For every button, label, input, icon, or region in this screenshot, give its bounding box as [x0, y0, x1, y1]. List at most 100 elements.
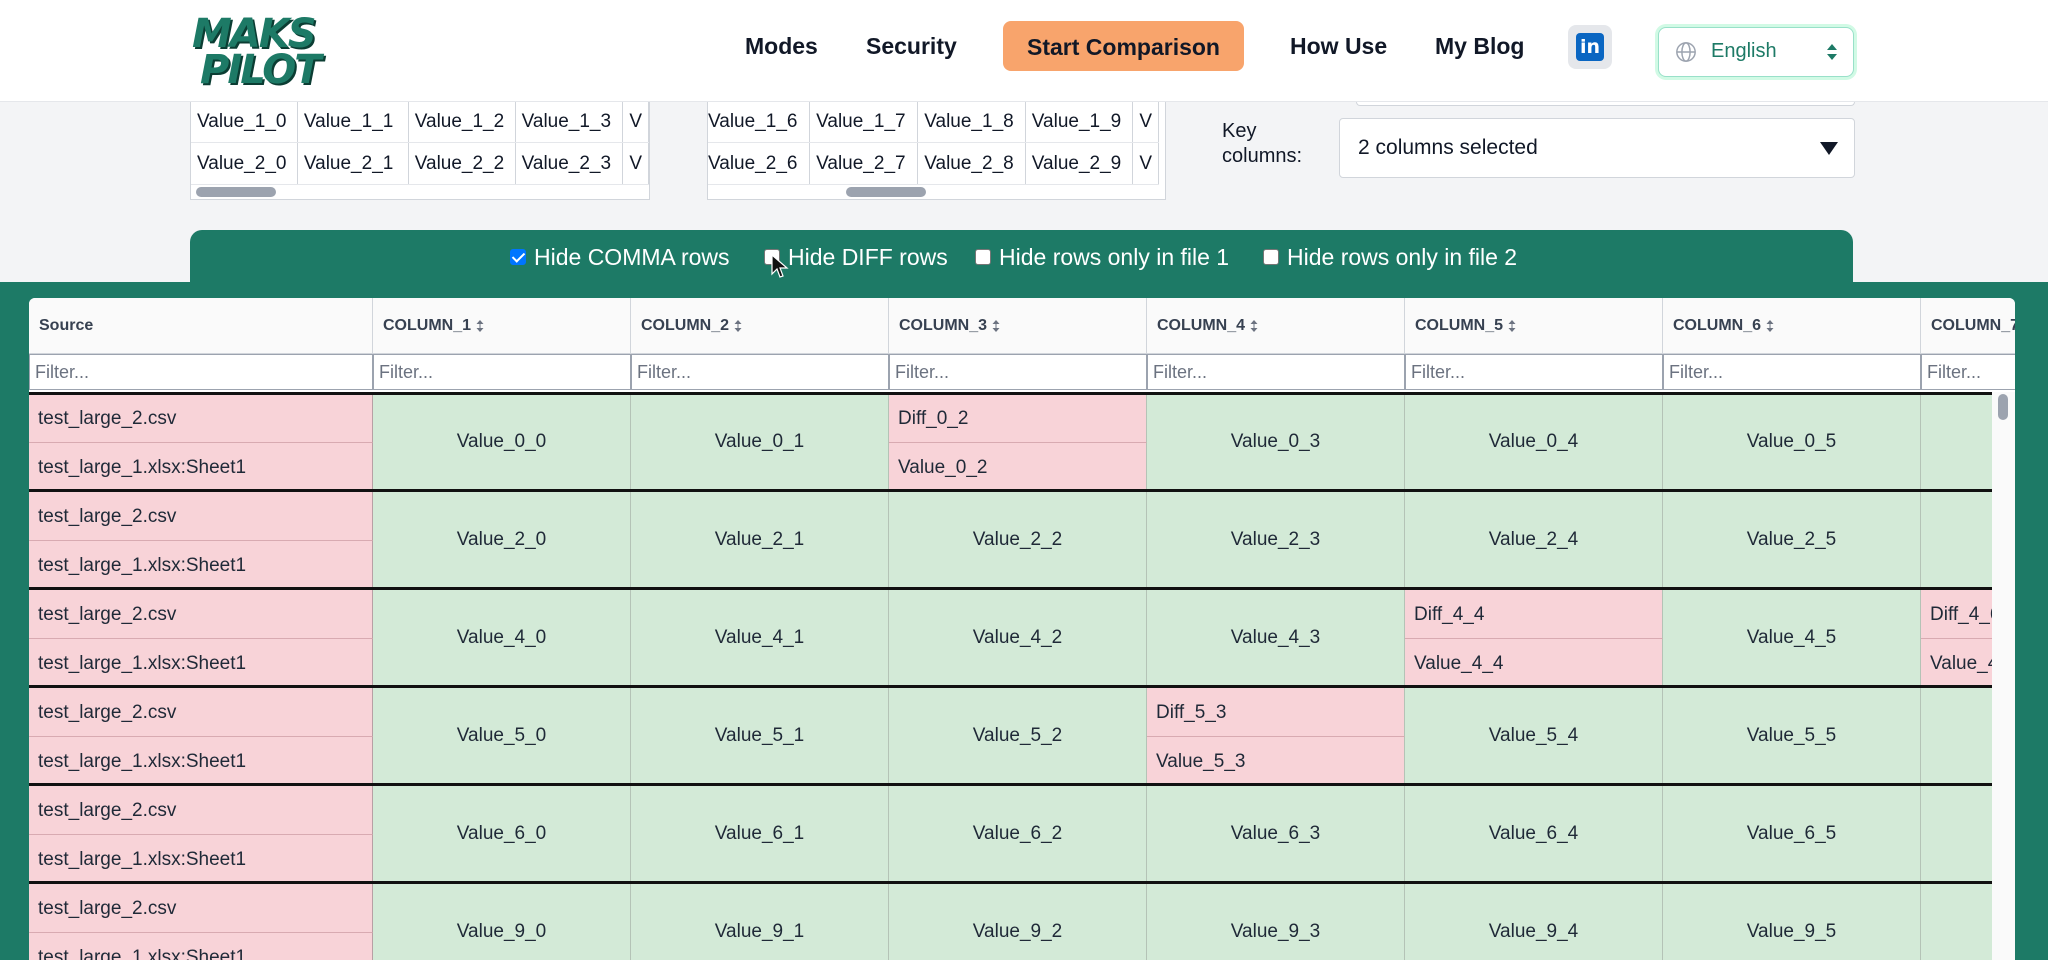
source-cell[interactable]: test_large_2.csv	[29, 492, 373, 541]
source-cell[interactable]: test_large_2.csv	[29, 688, 373, 737]
horizontal-scrollbar[interactable]	[846, 187, 926, 197]
source-cell[interactable]: test_large_1.xlsx:Sheet1	[29, 737, 373, 786]
horizontal-scrollbar[interactable]	[196, 187, 276, 197]
match-cell[interactable]: Value_9_2	[889, 884, 1147, 960]
column-filter-column_3[interactable]	[889, 354, 1147, 390]
match-cell[interactable]: Value_5_1	[631, 688, 889, 783]
vertical-scrollbar[interactable]	[1992, 392, 2015, 960]
sort-icon[interactable]	[1507, 319, 1517, 333]
sort-icon[interactable]	[1249, 319, 1259, 333]
match-cell[interactable]: Value_5_5	[1663, 688, 1921, 783]
key-columns-select[interactable]: 2 columns selected	[1339, 118, 1855, 178]
sort-icon[interactable]	[1765, 319, 1775, 333]
file1-preview[interactable]: Value_1_0 Value_1_1 Value_1_2 Value_1_3 …	[190, 101, 650, 200]
filter-input[interactable]	[1664, 355, 1920, 389]
hide-only-file1-toggle[interactable]: Hide rows only in file 1	[975, 244, 1229, 270]
diff-cell[interactable]: Diff_4_4	[1405, 590, 1663, 639]
diff-cell[interactable]: Value_0_2	[889, 443, 1147, 492]
match-cell[interactable]: Value_9_5	[1663, 884, 1921, 960]
file2-preview[interactable]: Value_1_6 Value_1_7 Value_1_8 Value_1_9 …	[707, 101, 1166, 200]
column-filter-column_4[interactable]	[1147, 354, 1405, 390]
source-cell[interactable]: test_large_1.xlsx:Sheet1	[29, 443, 373, 492]
match-cell[interactable]: Value_2_1	[631, 492, 889, 587]
match-cell[interactable]: Value_4_1	[631, 590, 889, 685]
source-cell[interactable]: test_large_1.xlsx:Sheet1	[29, 933, 373, 960]
checkbox[interactable]	[975, 249, 991, 265]
diff-cell[interactable]: Value_5_3	[1147, 737, 1405, 786]
checkbox[interactable]	[1263, 249, 1279, 265]
nav-my-blog[interactable]: My Blog	[1435, 24, 1524, 68]
scrollbar-thumb[interactable]	[1998, 394, 2008, 420]
sort-icon[interactable]	[991, 319, 1001, 333]
source-cell[interactable]: test_large_2.csv	[29, 786, 373, 835]
match-cell[interactable]: Value_6_5	[1663, 786, 1921, 881]
column-filter-column_1[interactable]	[373, 354, 631, 390]
column-header-column_2[interactable]: COLUMN_2	[631, 298, 889, 354]
match-cell[interactable]	[1921, 884, 1992, 960]
diff-cell[interactable]: Diff_5_3	[1147, 688, 1405, 737]
match-cell[interactable]: Value_0_0	[373, 394, 631, 489]
match-cell[interactable]: Value_6_4	[1405, 786, 1663, 881]
diff-cell[interactable]: Diff_4_6	[1921, 590, 1992, 639]
match-cell[interactable]: Value_6_0	[373, 786, 631, 881]
hide-diff-rows-toggle[interactable]: Hide DIFF rows	[764, 244, 948, 270]
match-cell[interactable]: Value_2_5	[1663, 492, 1921, 587]
makspilot-logo[interactable]: MAKS PILOT	[190, 14, 350, 90]
column-filter-column_6[interactable]	[1663, 354, 1921, 390]
source-cell[interactable]: test_large_1.xlsx:Sheet1	[29, 639, 373, 688]
match-cell[interactable]: Value_9_3	[1147, 884, 1405, 960]
nav-security[interactable]: Security	[866, 24, 957, 68]
checkbox-checked[interactable]	[510, 249, 526, 265]
match-cell[interactable]: Value_0_3	[1147, 394, 1405, 489]
nav-modes[interactable]: Modes	[745, 24, 818, 68]
column-header-column_4[interactable]: COLUMN_4	[1147, 298, 1405, 354]
match-cell[interactable]: Value_4_5	[1663, 590, 1921, 685]
match-cell[interactable]: Value_5_2	[889, 688, 1147, 783]
sort-icon[interactable]	[733, 319, 743, 333]
column-header-column_3[interactable]: COLUMN_3	[889, 298, 1147, 354]
source-cell[interactable]: test_large_2.csv	[29, 884, 373, 933]
filter-input[interactable]	[30, 355, 372, 389]
column-filter-column_5[interactable]	[1405, 354, 1663, 390]
source-cell[interactable]: test_large_2.csv	[29, 590, 373, 639]
hide-comma-rows-toggle[interactable]: Hide COMMA rows	[510, 244, 730, 270]
filter-input[interactable]	[1406, 355, 1662, 389]
match-cell[interactable]: Value_0_1	[631, 394, 889, 489]
match-cell[interactable]: Value_5_0	[373, 688, 631, 783]
column-filter-column_2[interactable]	[631, 354, 889, 390]
match-cell[interactable]: Value_2_2	[889, 492, 1147, 587]
column-filter-source[interactable]	[29, 354, 373, 390]
match-cell[interactable]: Value_4_2	[889, 590, 1147, 685]
language-select[interactable]: English	[1658, 27, 1854, 77]
column-header-source[interactable]: Source	[29, 298, 373, 354]
match-cell[interactable]: Value_5_4	[1405, 688, 1663, 783]
match-cell[interactable]: Value_2_0	[373, 492, 631, 587]
match-cell[interactable]: Value_0_4	[1405, 394, 1663, 489]
match-cell[interactable]: Value_6_1	[631, 786, 889, 881]
match-cell[interactable]: Value_0_5	[1663, 394, 1921, 489]
match-cell[interactable]: Value_9_0	[373, 884, 631, 960]
match-cell[interactable]	[1921, 786, 1992, 881]
column-header-column_5[interactable]: COLUMN_5	[1405, 298, 1663, 354]
filter-input[interactable]	[632, 355, 888, 389]
match-cell[interactable]: Value_4_0	[373, 590, 631, 685]
filter-input[interactable]	[374, 355, 630, 389]
start-comparison-button[interactable]: Start Comparison	[1003, 21, 1244, 71]
column-filter-column_7[interactable]	[1921, 354, 2015, 390]
match-cell[interactable]: Value_4_3	[1147, 590, 1405, 685]
linkedin-button[interactable]: in	[1568, 25, 1612, 69]
column-header-column_6[interactable]: COLUMN_6	[1663, 298, 1921, 354]
sort-icon[interactable]	[475, 319, 485, 333]
match-cell[interactable]: Value_9_4	[1405, 884, 1663, 960]
match-cell[interactable]: Value_9_1	[631, 884, 889, 960]
column-header-column_1[interactable]: COLUMN_1	[373, 298, 631, 354]
hide-only-file2-toggle[interactable]: Hide rows only in file 2	[1263, 244, 1517, 270]
filter-input[interactable]	[1922, 355, 2015, 389]
source-cell[interactable]: test_large_1.xlsx:Sheet1	[29, 835, 373, 884]
filter-input[interactable]	[890, 355, 1146, 389]
match-cell[interactable]: Value_2_4	[1405, 492, 1663, 587]
source-cell[interactable]: test_large_1.xlsx:Sheet1	[29, 541, 373, 590]
match-cell[interactable]: Value_6_2	[889, 786, 1147, 881]
nav-how-use[interactable]: How Use	[1290, 24, 1387, 68]
source-cell[interactable]: test_large_2.csv	[29, 394, 373, 443]
